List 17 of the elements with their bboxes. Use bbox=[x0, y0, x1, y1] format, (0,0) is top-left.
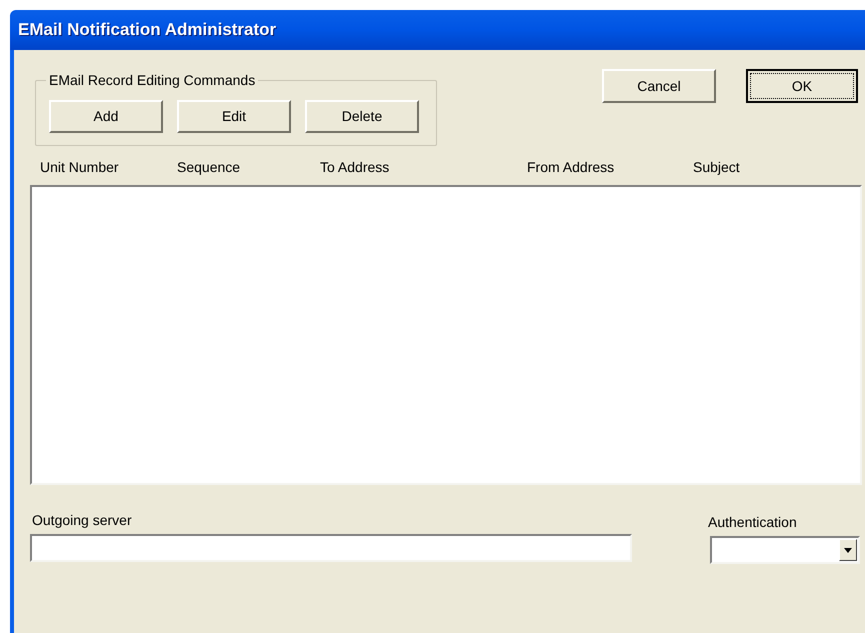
dropdown-button[interactable] bbox=[839, 539, 857, 561]
column-header: Subject bbox=[693, 158, 741, 177]
caret-icon bbox=[844, 548, 852, 552]
window-title: EMail Notification Administrator bbox=[18, 19, 276, 42]
field-label: Authentication bbox=[708, 513, 798, 531]
dropdown[interactable] bbox=[710, 536, 860, 564]
column-header: Sequence bbox=[177, 158, 242, 177]
dialog-button[interactable]: Cancel bbox=[602, 69, 716, 103]
field-label: Outgoing server bbox=[32, 511, 133, 529]
column-header: From Address bbox=[527, 158, 616, 176]
input-field[interactable] bbox=[30, 534, 632, 562]
column-header: Unit Number bbox=[40, 158, 120, 176]
dialog-button[interactable]: OK bbox=[746, 69, 858, 103]
command-button[interactable]: Edit bbox=[177, 100, 291, 133]
command-button[interactable]: Add bbox=[49, 100, 163, 133]
command-button[interactable]: Delete bbox=[305, 100, 419, 133]
column-header: To Address bbox=[320, 158, 390, 176]
